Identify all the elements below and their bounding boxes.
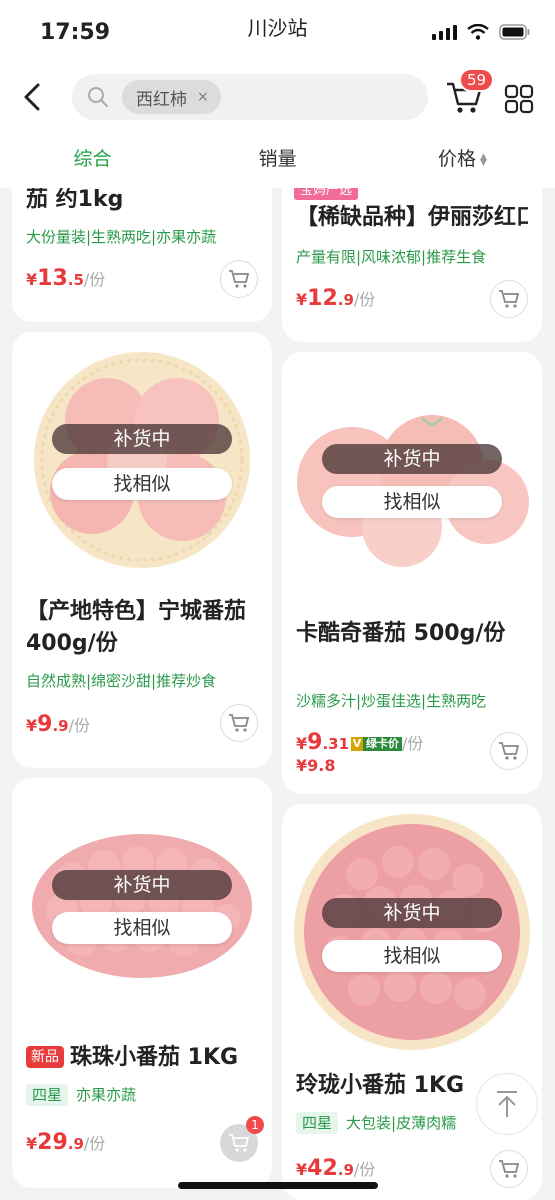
restock-label: 补货中	[322, 444, 502, 474]
search-header: 西红柿 × 59	[0, 64, 555, 130]
tab-comprehensive[interactable]: 综合	[0, 130, 185, 188]
rating-tag: 四星	[26, 1084, 69, 1106]
product-price: ¥29.9/份	[26, 1130, 106, 1155]
system-indicators	[432, 24, 531, 40]
product-card-5[interactable]: 补货中 找相似 新品 珠珠小番茄 1KG 四星 亦果亦蔬 ¥29.9/份 1	[12, 778, 272, 1188]
product-title: 卡酷奇番茄 500g/份	[296, 621, 506, 646]
card-price-tag: 绿卡价	[363, 737, 403, 751]
product-features: 产量有限|风味浓郁|推荐生食	[296, 248, 487, 266]
product-card-6[interactable]: 补货中 找相似 玲珑小番茄 1KG 四星 大包装|皮薄肉糯 ¥42.9/份	[282, 804, 542, 1200]
back-arrow-icon[interactable]	[18, 80, 46, 114]
search-bar[interactable]: 西红柿 ×	[72, 74, 428, 120]
add-to-cart-button[interactable]	[220, 260, 258, 298]
clear-keyword-button[interactable]: ×	[197, 89, 209, 105]
tab-sales[interactable]: 销量	[185, 130, 370, 188]
back-to-top-button[interactable]	[476, 1073, 538, 1135]
add-to-cart-button[interactable]	[490, 1150, 528, 1188]
sort-arrows-icon: ▲ ▼	[480, 151, 487, 168]
search-keyword-chip[interactable]: 西红柿 ×	[122, 80, 221, 114]
tab-price[interactable]: 价格 ▲ ▼	[370, 130, 555, 188]
add-to-cart-button[interactable]	[490, 732, 528, 770]
product-price: ¥12.9/份	[296, 286, 376, 311]
product-card-4[interactable]: 补货中 找相似 卡酷奇番茄 500g/份 沙糯多汁|炒蛋佳选|生熟两吃 ¥9.3…	[282, 352, 542, 794]
cart-icon	[229, 270, 250, 288]
add-to-cart-button[interactable]	[220, 704, 258, 742]
cart-count-badge: 59	[459, 68, 495, 92]
product-title: 茄 约1kg	[26, 187, 124, 212]
search-keyword: 西红柿	[136, 89, 187, 110]
cart-icon	[499, 742, 520, 760]
original-price: ¥9.8	[296, 756, 336, 775]
restock-label: 补货中	[322, 898, 502, 928]
product-features: 大份量装|生熟两吃|亦果亦蔬	[26, 228, 217, 246]
product-features: 自然成熟|绵密沙甜|推荐炒食	[26, 672, 217, 690]
add-to-cart-button[interactable]	[490, 280, 528, 318]
category-grid-icon[interactable]	[504, 84, 534, 114]
arrow-up-icon	[497, 1091, 517, 1117]
restock-label: 补货中	[52, 424, 232, 454]
find-similar-button[interactable]: 找相似	[322, 940, 502, 972]
product-features: 沙糯多汁|炒蛋佳选|生熟两吃	[296, 692, 487, 710]
wifi-icon	[467, 24, 489, 40]
cart-icon	[499, 290, 520, 308]
cart-item-count-badge: 1	[246, 1116, 264, 1134]
product-price: ¥9.31 V 绿卡价/份	[296, 730, 424, 755]
product-title: 【产地特色】宁城番茄 400g/份	[26, 599, 247, 656]
vip-tag: V	[351, 737, 364, 751]
find-similar-button[interactable]: 找相似	[52, 912, 232, 944]
new-product-badge: 新品	[26, 1046, 64, 1068]
cart-icon	[229, 1134, 250, 1152]
search-icon	[88, 87, 108, 107]
product-card-3[interactable]: 补货中 找相似 【产地特色】宁城番茄 400g/份 自然成熟|绵密沙甜|推荐炒食…	[12, 332, 272, 768]
cart-icon	[229, 714, 250, 732]
signal-icon	[432, 24, 457, 40]
find-similar-button[interactable]: 找相似	[322, 486, 502, 518]
status-bar: 17:59 川沙站	[0, 0, 555, 64]
product-title: 【稀缺品种】伊丽莎红口感…	[296, 205, 528, 230]
sort-tabs: 综合 销量 价格 ▲ ▼	[0, 130, 555, 188]
product-features: 四星 亦果亦蔬	[26, 1084, 262, 1106]
product-title: 新品 珠珠小番茄 1KG	[26, 1042, 258, 1074]
product-price: ¥13.5/份	[26, 266, 106, 291]
restock-label: 补货中	[52, 870, 232, 900]
cart-icon	[499, 1160, 520, 1178]
battery-icon	[499, 24, 530, 40]
product-price: ¥42.9/份	[296, 1156, 376, 1181]
rating-tag: 四星	[296, 1112, 339, 1134]
home-indicator	[178, 1182, 378, 1189]
product-price: ¥9.9/份	[26, 712, 90, 737]
find-similar-button[interactable]: 找相似	[52, 468, 232, 500]
